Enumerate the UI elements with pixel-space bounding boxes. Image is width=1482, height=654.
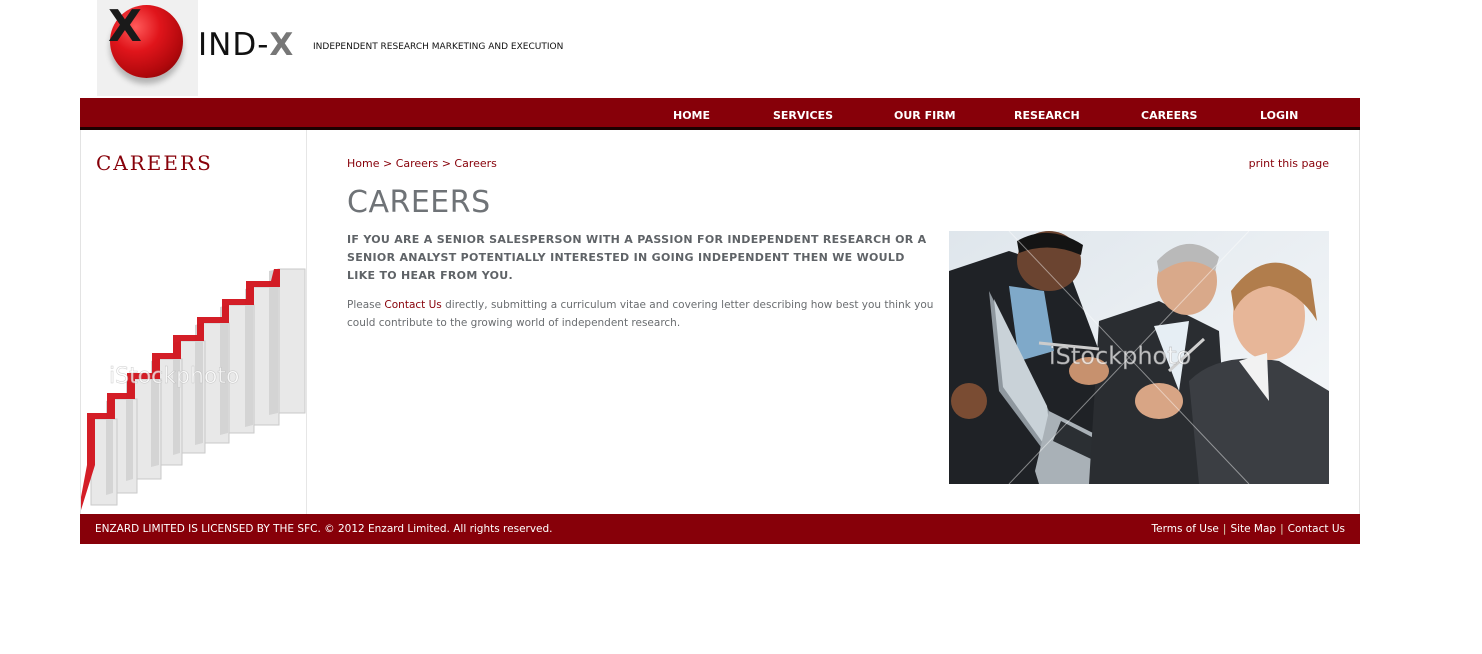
- logo-tagline: INDEPENDENT RESEARCH MARKETING AND EXECU…: [313, 42, 564, 52]
- footer-links: Terms of Use | Site Map | Contact Us: [1152, 514, 1345, 544]
- footer-terms-link[interactable]: Terms of Use: [1152, 523, 1219, 535]
- nav-item-services[interactable]: SERVICES: [773, 98, 833, 127]
- logo-name-accent: X: [269, 27, 295, 63]
- breadcrumb-careers-link[interactable]: Careers: [396, 157, 439, 170]
- contact-us-link[interactable]: Contact Us: [384, 299, 441, 311]
- nav-item-our-firm[interactable]: OUR FIRM: [894, 98, 956, 127]
- footer-sitemap-link[interactable]: Site Map: [1230, 523, 1276, 535]
- body-text-start: Please: [347, 299, 385, 311]
- sidebar-image-watermark: iStockphoto: [109, 364, 239, 389]
- breadcrumb-home-link[interactable]: Home: [347, 157, 379, 170]
- intro-text: IF YOU ARE A SENIOR SALESPERSON WITH A P…: [347, 233, 927, 282]
- breadcrumb-current[interactable]: Careers: [454, 157, 497, 170]
- footer: ENZARD LIMITED IS LICENSED BY THE SFC. ©…: [80, 514, 1360, 544]
- nav-item-careers[interactable]: CAREERS: [1141, 98, 1197, 127]
- print-page-link[interactable]: print this page: [1249, 157, 1329, 171]
- nav-item-research[interactable]: RESEARCH: [1014, 98, 1080, 127]
- nav-item-home[interactable]: HOME: [673, 98, 710, 127]
- breadcrumb: Home > Careers > Careers: [347, 157, 497, 171]
- nav-item-login[interactable]: LOGIN: [1260, 98, 1298, 127]
- page: X IND-X INDEPENDENT RESEARCH MARKETING A…: [0, 0, 1482, 654]
- business-team-photo: iStockphoto: [949, 231, 1329, 484]
- body-paragraph: Please Contact Us directly, submitting a…: [347, 296, 937, 332]
- breadcrumb-separator: >: [441, 157, 451, 170]
- breadcrumb-separator: >: [382, 157, 393, 170]
- page-title: CAREERS: [347, 185, 491, 220]
- sidebar-title: CAREERS: [96, 151, 213, 175]
- logo-name-main: IND-: [198, 27, 270, 63]
- footer-separator: |: [1280, 523, 1284, 535]
- site-logo[interactable]: X IND-X INDEPENDENT RESEARCH MARKETING A…: [97, 0, 597, 98]
- logo-sphere-icon: X: [97, 0, 198, 96]
- sidebar: CAREERS iStockphoto: [81, 130, 307, 514]
- main-navigation: HOME SERVICES OUR FIRM RESEARCH CAREERS …: [80, 98, 1360, 130]
- logo-wordmark: IND-X: [198, 25, 294, 65]
- footer-separator: |: [1222, 523, 1227, 535]
- logo-letter: X: [108, 1, 142, 52]
- stairs-image: iStockphoto: [81, 268, 306, 510]
- footer-contact-link[interactable]: Contact Us: [1288, 523, 1345, 535]
- footer-copyright: ENZARD LIMITED IS LICENSED BY THE SFC. ©…: [95, 523, 553, 535]
- content-area: CAREERS iStockphoto Home > Careers > Car…: [80, 130, 1360, 514]
- photo-watermark: iStockphoto: [1049, 342, 1191, 370]
